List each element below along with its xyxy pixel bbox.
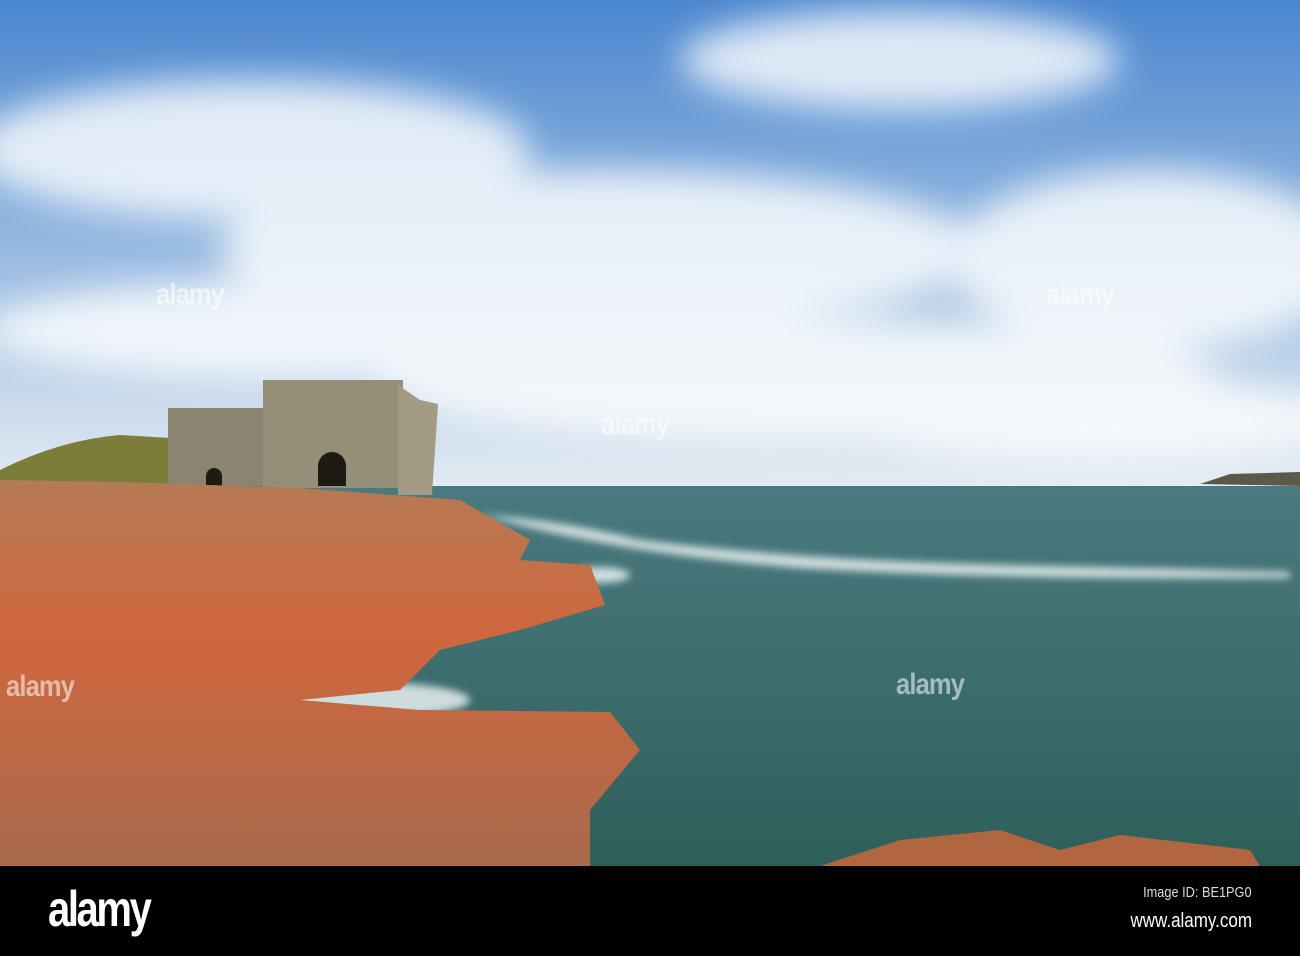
alamy-logo[interactable]: alamy [48,880,152,938]
watermark: alamy [896,668,965,701]
stock-photo-page: alamy alamy alamy alamy alamy alamy Imag… [0,0,1300,956]
watermark: alamy [6,670,75,703]
watermark: alamy [1046,278,1115,311]
image-id: Image ID: BE1PG0 [1143,884,1252,901]
watermark: alamy [601,408,670,441]
watermark: alamy [156,278,225,311]
footer-bar: alamy Image ID: BE1PG0 www.alamy.com [0,866,1300,956]
website-link[interactable]: www.alamy.com [1130,910,1252,933]
